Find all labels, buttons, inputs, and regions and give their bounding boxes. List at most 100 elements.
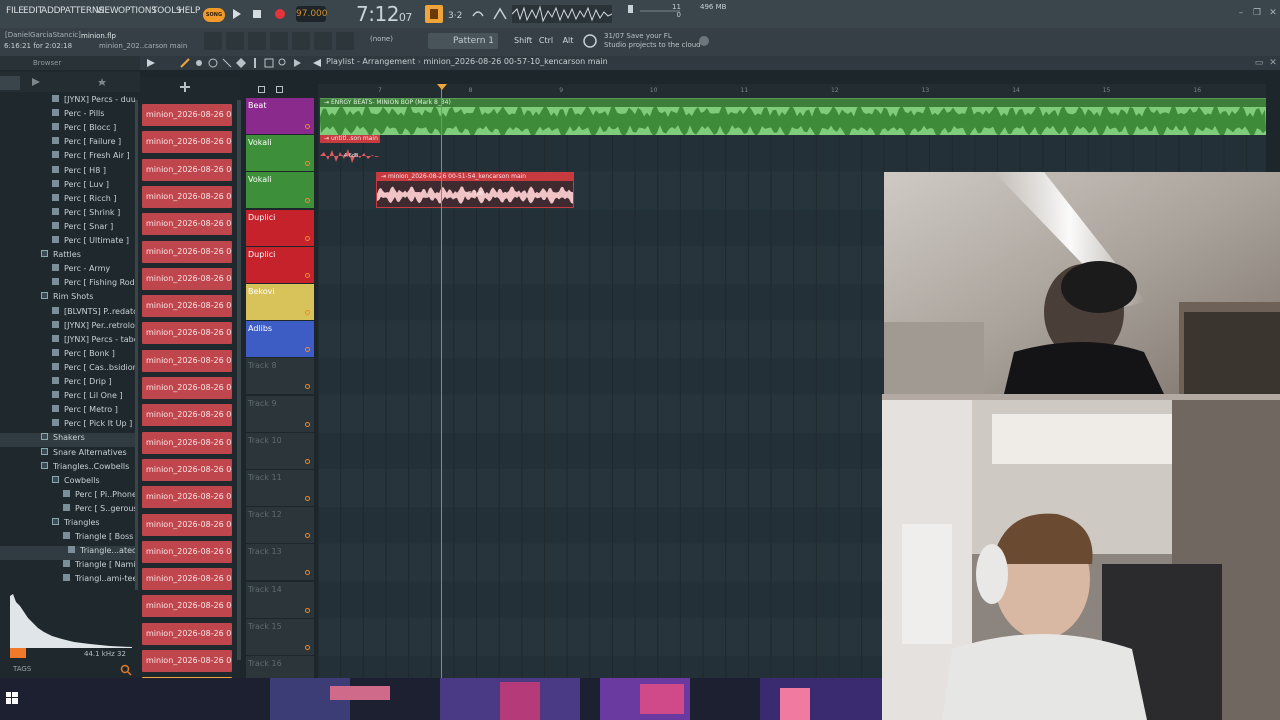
clip-vocal1[interactable]: ⇥ untitl..son main -4.6dB bbox=[320, 135, 380, 169]
channel-button[interactable]: minion_2026-08-26 00-... bbox=[142, 404, 232, 427]
browser-item[interactable]: Perc [ Lil One ] bbox=[0, 391, 135, 405]
track-header[interactable]: Vokali bbox=[246, 135, 314, 172]
browser-item[interactable]: Perc [ Shrink ] bbox=[0, 207, 135, 222]
menu-options[interactable]: OPTIONS bbox=[118, 6, 157, 16]
track-header[interactable]: Adlibs bbox=[246, 321, 314, 358]
browser-item[interactable]: Perc [ Bonk ] bbox=[0, 348, 135, 363]
slip-icon[interactable] bbox=[236, 58, 246, 68]
track-mute-icon[interactable] bbox=[305, 496, 310, 501]
track-header[interactable]: Duplici bbox=[246, 246, 314, 283]
zoom-icon[interactable] bbox=[278, 58, 288, 68]
clip-vocal2[interactable]: ⇥ minion_2026-08-26 00-51-54_kencarson m… bbox=[376, 172, 574, 208]
channel-button[interactable]: minion_2026-08-26 00-... bbox=[142, 622, 232, 645]
loop-record-icon[interactable] bbox=[470, 6, 486, 22]
channel-button[interactable]: minion_2026-08-26 00-... bbox=[142, 458, 232, 481]
cloud-icon[interactable] bbox=[698, 35, 710, 47]
star-icon[interactable] bbox=[98, 78, 106, 86]
browser-item[interactable]: [BLVNTS] P..redator bbox=[0, 306, 135, 321]
step-edit-icon[interactable] bbox=[492, 6, 508, 22]
menu-add[interactable]: ADD bbox=[41, 6, 61, 16]
close-icon[interactable]: ✕ bbox=[1268, 8, 1278, 18]
browser-item[interactable]: Perc [ Snar ] bbox=[0, 221, 135, 236]
metronome-icon[interactable] bbox=[425, 5, 443, 23]
restore-icon[interactable]: ❐ bbox=[1252, 8, 1262, 18]
browser-item[interactable]: Perc [ Ultimate ] bbox=[0, 236, 135, 250]
track-header[interactable]: Track 11 bbox=[246, 470, 314, 506]
channel-button[interactable]: minion_2026-08-26 00-... bbox=[142, 595, 232, 618]
plugin-icon[interactable] bbox=[314, 32, 332, 50]
track-mute-icon[interactable] bbox=[305, 421, 310, 427]
playlist-close-icon[interactable]: ✕ bbox=[1268, 58, 1278, 68]
shift-key[interactable]: Shift bbox=[514, 34, 532, 48]
track-mute-icon[interactable] bbox=[305, 161, 310, 167]
channel-button[interactable]: minion_2026-08-26 00-... bbox=[142, 568, 232, 591]
browser-item[interactable]: Perc [ Fresh Air ] bbox=[0, 151, 135, 165]
browser-folder[interactable]: Cowbells bbox=[0, 475, 135, 490]
slice-icon[interactable] bbox=[250, 58, 260, 68]
browser-folder[interactable]: Shakers bbox=[0, 433, 135, 448]
browser-item[interactable]: Perc [ H8 ] bbox=[0, 165, 135, 180]
track-mute-icon[interactable] bbox=[305, 570, 310, 576]
browser-item[interactable]: Triangl..ami-tee ] bbox=[0, 574, 135, 588]
channel-rack-icon[interactable] bbox=[226, 32, 244, 50]
browser-item[interactable]: Perc [ Cas..bsidion ] bbox=[0, 362, 135, 377]
mixer-icon[interactable] bbox=[204, 32, 222, 50]
track-mute-icon[interactable] bbox=[305, 198, 310, 204]
channel-button[interactable]: minion_2026-08-26 00-... bbox=[142, 131, 232, 154]
browser-icon[interactable] bbox=[292, 32, 310, 50]
play-icon[interactable] bbox=[228, 6, 244, 22]
menu-view[interactable]: VIEW bbox=[96, 6, 119, 16]
delete-icon[interactable] bbox=[208, 58, 218, 68]
browser-item[interactable]: Perc [ Pi..Phone ] bbox=[0, 489, 135, 504]
news-panel[interactable]: 31/07 Save your FL Studio projects to the… bbox=[604, 32, 701, 50]
browser-item[interactable]: Perc [ Ricch ] bbox=[0, 193, 135, 208]
browser-item[interactable]: [JYNX] Percs - duubi bbox=[0, 95, 135, 109]
browser-item[interactable]: Perc - Pills bbox=[0, 109, 135, 123]
channel-button[interactable]: minion_2026-08-26 00-... bbox=[142, 650, 232, 672]
track-mute-icon[interactable] bbox=[305, 384, 310, 390]
browser-item[interactable]: Perc [ Pick It Up ] bbox=[0, 419, 135, 433]
browser-item[interactable]: Perc [ Drip ] bbox=[0, 377, 135, 391]
track-mute-icon[interactable] bbox=[305, 310, 310, 315]
select-icon[interactable] bbox=[264, 58, 274, 68]
channel-button[interactable]: minion_2026-08-26 00-... bbox=[142, 185, 232, 208]
track-mute-icon[interactable] bbox=[305, 235, 310, 241]
track-mute-icon[interactable] bbox=[305, 533, 310, 539]
mute-icon[interactable] bbox=[222, 58, 232, 68]
channel-button[interactable]: minion_2026-08-26 00-... bbox=[142, 540, 232, 563]
song-pattern-toggle[interactable]: SONG bbox=[203, 8, 225, 22]
stop-icon[interactable] bbox=[249, 6, 265, 22]
clip-beat[interactable]: ⇥ ENRGY BEATS- MINION BOP (Mark 8_34) bbox=[320, 98, 1266, 135]
track-mute-icon[interactable] bbox=[305, 347, 310, 353]
timeline-ruler[interactable] bbox=[318, 84, 1266, 98]
add-track-icon[interactable] bbox=[258, 86, 265, 93]
track-mute-icon[interactable] bbox=[305, 124, 310, 129]
channel-button[interactable]: minion_2026-08-26 00-... bbox=[142, 377, 232, 399]
track-header[interactable]: Track 12 bbox=[246, 507, 314, 544]
browser-folder[interactable]: Triangles..Cowbells bbox=[0, 461, 135, 476]
browser-item[interactable]: Perc [ Blocc ] bbox=[0, 123, 135, 137]
ctrl-key[interactable]: Ctrl bbox=[537, 34, 555, 48]
wait-input-icon[interactable]: 3·2 bbox=[447, 6, 463, 22]
track-header[interactable]: Beat bbox=[246, 98, 314, 134]
track-header[interactable]: Duplici bbox=[246, 209, 314, 246]
track-header[interactable]: Bekovi bbox=[246, 284, 314, 320]
channel-button[interactable]: minion_2026-08-26 00-... bbox=[142, 486, 232, 509]
track-header[interactable]: Track 15 bbox=[246, 618, 314, 655]
track-header[interactable]: Track 10 bbox=[246, 432, 314, 469]
menu-help[interactable]: HELP bbox=[178, 6, 200, 16]
channel-button[interactable]: minion_2026-08-26 00-... bbox=[142, 513, 232, 536]
tempo-display[interactable]: 97.000 bbox=[296, 6, 328, 22]
track-header[interactable]: Vokali bbox=[246, 172, 314, 209]
brush-icon[interactable] bbox=[194, 58, 204, 68]
remove-track-icon[interactable] bbox=[276, 86, 283, 93]
arrow-icon[interactable] bbox=[313, 59, 321, 67]
tags-label[interactable]: TAGS bbox=[13, 665, 31, 673]
track-mute-icon[interactable] bbox=[305, 458, 310, 464]
settings-icon[interactable] bbox=[582, 33, 598, 49]
playlist-menu-icon[interactable] bbox=[147, 59, 155, 67]
playhead[interactable] bbox=[441, 88, 442, 678]
channel-button[interactable]: minion_2026-08-26 00-... bbox=[142, 240, 232, 263]
menu-edit[interactable]: EDIT bbox=[23, 6, 43, 16]
channel-button[interactable]: minion_2026-08-26 00-... bbox=[142, 267, 232, 290]
